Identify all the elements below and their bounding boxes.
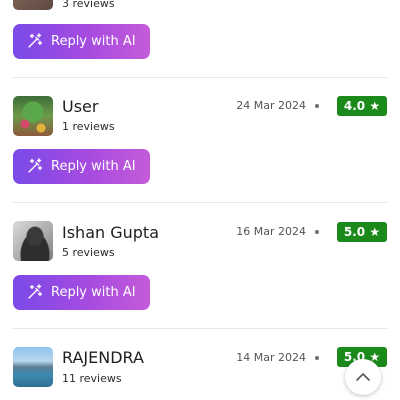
avatar	[13, 221, 53, 261]
chevron-up-icon	[356, 373, 370, 381]
divider	[13, 202, 387, 203]
review-count: 1 reviews	[62, 120, 115, 133]
review-count: 11 reviews	[62, 372, 122, 385]
review-count: 5 reviews	[62, 246, 115, 259]
separator-dot	[315, 230, 319, 234]
rating-badge: 5.0 ★	[337, 222, 387, 242]
reply-button-label: Reply with AI	[51, 285, 136, 300]
divider	[13, 77, 387, 78]
reply-button-label: Reply with AI	[51, 34, 136, 49]
reviewer-name: RAJENDRA	[62, 348, 144, 367]
avatar	[13, 347, 53, 387]
scroll-to-top-button[interactable]	[345, 359, 381, 395]
magic-wand-icon	[28, 284, 43, 299]
reply-button-label: Reply with AI	[51, 159, 136, 174]
reviewer-name: User	[62, 97, 99, 116]
reply-with-ai-button[interactable]: Reply with AI	[13, 275, 150, 310]
rating-badge: 4.0 ★	[337, 96, 387, 116]
divider	[13, 328, 387, 329]
reply-with-ai-button[interactable]: Reply with AI	[13, 149, 150, 184]
magic-wand-icon	[28, 158, 43, 173]
reviewer-name: Ishan Gupta	[62, 223, 159, 242]
avatar	[13, 96, 53, 136]
magic-wand-icon	[28, 33, 43, 48]
review-count: 3 reviews	[62, 0, 115, 10]
reviews-list: 3 reviews Reply with AI User 1 reviews 2…	[0, 0, 400, 400]
review-date: 24 Mar 2024	[236, 99, 306, 112]
separator-dot	[315, 356, 319, 360]
review-date: 16 Mar 2024	[236, 225, 306, 238]
review-date: 14 Mar 2024	[236, 351, 306, 364]
reply-with-ai-button[interactable]: Reply with AI	[13, 24, 150, 59]
separator-dot	[315, 104, 319, 108]
avatar	[13, 0, 53, 10]
